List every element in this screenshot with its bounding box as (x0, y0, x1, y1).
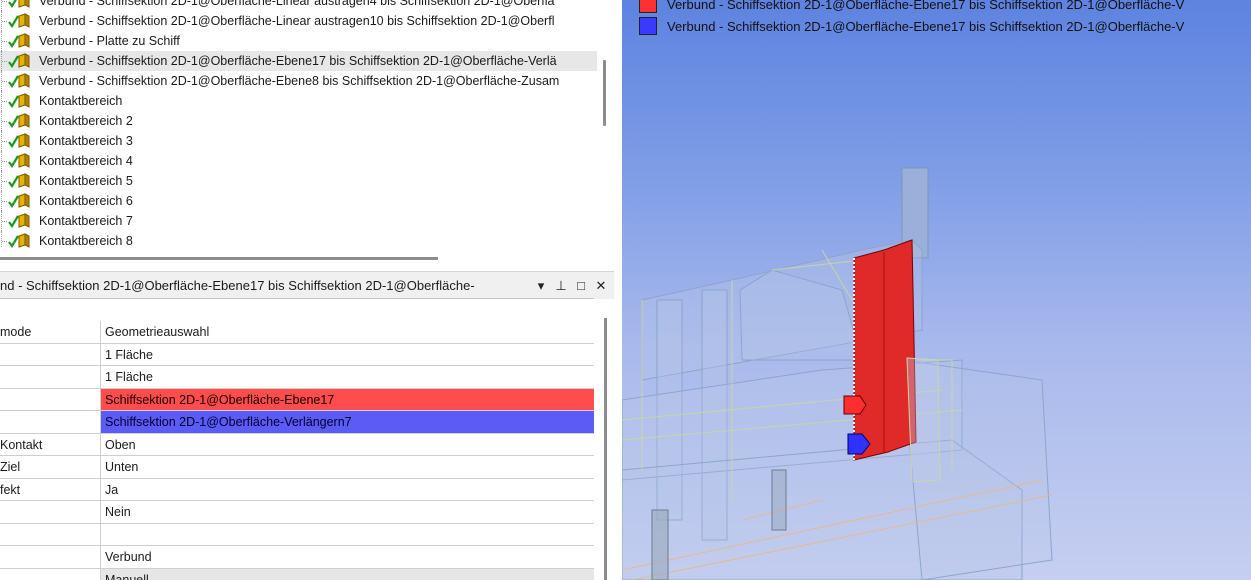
property-row[interactable]: Verbund (0, 546, 594, 569)
tree-item-label: Kontaktbereich 2 (39, 114, 133, 128)
property-value[interactable]: Unten (101, 456, 594, 478)
close-icon[interactable]: ✕ (592, 277, 610, 295)
property-value[interactable]: Schiffsektion 2D-1@Oberfläche-Verlängern… (101, 411, 594, 433)
tree-item-label: Kontaktbereich (39, 94, 123, 108)
check-contact-icon (7, 232, 35, 248)
property-value[interactable]: Verbund (101, 546, 594, 568)
property-key: Kontakt (0, 433, 101, 455)
details-property-grid: mode Geometrieauswahl 1 Fläche 1 Fläche Schi… (0, 298, 594, 580)
property-row[interactable] (0, 523, 594, 546)
frame-geometry (622, 239, 1053, 580)
graphics-viewport[interactable]: Verbund - Schiffsektion 2D-1@Oberfläche-… (622, 0, 1251, 580)
tree-item-label: Kontaktbereich 7 (39, 214, 133, 228)
property-key (0, 546, 101, 568)
tree-item-label: Kontaktbereich 3 (39, 134, 133, 148)
property-key (0, 343, 101, 365)
check-contact-icon (7, 152, 35, 170)
legend-item: Verbund - Schiffsektion 2D-1@Oberfläche-… (639, 16, 1184, 36)
check-contact-icon (7, 12, 35, 30)
property-key (0, 411, 101, 433)
tree-item-label: Verbund - Schiffsektion 2D-1@Oberfläche-… (39, 0, 555, 8)
property-value[interactable]: Ja (101, 479, 594, 501)
tree-item[interactable]: Verbund - Schiffsektion 2D-1@Oberfläche-… (0, 51, 597, 71)
property-row[interactable]: Nein (0, 501, 594, 524)
check-contact-icon (7, 92, 35, 110)
ship-section-model[interactable] (622, 0, 1251, 580)
property-value[interactable]: 1 Fläche (101, 366, 594, 388)
details-panel-header: nd - Schiffsektion 2D-1@Oberfläche-Ebene… (0, 271, 614, 299)
property-row[interactable]: Ziel Unten (0, 456, 594, 479)
check-contact-icon (7, 132, 35, 150)
legend-item: Verbund - Schiffsektion 2D-1@Oberfläche-… (639, 0, 1184, 14)
tree-item[interactable]: Kontaktbereich 2 (0, 111, 597, 131)
property-key (0, 523, 101, 545)
tree-item[interactable]: Kontaktbereich 5 (0, 171, 597, 191)
tree-item[interactable]: Kontaktbereich 8 (0, 231, 597, 248)
dropdown-arrow-icon[interactable]: ▾ (532, 277, 550, 295)
check-contact-icon (7, 0, 35, 10)
tree-item-label: Kontaktbereich 8 (39, 234, 133, 248)
property-row[interactable]: Manuell (0, 568, 594, 580)
tree-item[interactable]: Kontaktbereich 6 (0, 191, 597, 211)
maximize-icon[interactable]: □ (572, 277, 590, 295)
tree-item[interactable]: Kontaktbereich 4 (0, 151, 597, 171)
contact-face-red (853, 239, 917, 461)
tree-item-label: Verbund - Schiffsektion 2D-1@Oberfläche-… (39, 54, 557, 68)
check-contact-icon (7, 72, 35, 90)
property-value[interactable]: Nein (101, 501, 594, 523)
property-key (0, 366, 101, 388)
property-key: Ziel (0, 456, 101, 478)
property-key (0, 501, 101, 523)
tree-item[interactable]: Kontaktbereich 3 (0, 131, 597, 151)
check-contact-icon (7, 112, 35, 130)
property-key (0, 388, 101, 410)
check-contact-icon (7, 52, 35, 70)
property-value[interactable] (101, 524, 594, 546)
tree-item[interactable]: Verbund - Schiffsektion 2D-1@Oberfläche-… (0, 0, 597, 11)
property-row[interactable]: Schiffsektion 2D-1@Oberfläche-Verlängern… (0, 411, 594, 434)
tree-item-label: Kontaktbereich 6 (39, 194, 133, 208)
details-panel-title: nd - Schiffsektion 2D-1@Oberfläche-Ebene… (0, 278, 475, 293)
legend-label: Verbund - Schiffsektion 2D-1@Oberfläche-… (667, 0, 1185, 12)
property-key (0, 568, 101, 580)
check-contact-icon (7, 212, 35, 230)
property-value[interactable]: 1 Fläche (101, 344, 594, 366)
outline-tree: Verbund - Schiffsektion 2D-1@Oberfläche-… (0, 0, 597, 248)
property-value[interactable]: Oben (101, 434, 594, 456)
legend-swatch (639, 17, 657, 35)
property-row[interactable]: 1 Fläche (0, 366, 594, 389)
check-contact-icon (7, 172, 35, 190)
tree-vertical-scrollbar[interactable] (603, 60, 606, 126)
check-contact-icon (7, 32, 35, 50)
tree-item-label: Verbund - Schiffsektion 2D-1@Oberfläche-… (39, 74, 560, 88)
property-value[interactable]: Geometrieauswahl (101, 321, 594, 343)
tree-item-label: Kontaktbereich 5 (39, 174, 133, 188)
details-vertical-scrollbar[interactable] (604, 318, 607, 580)
pin-icon[interactable]: ⊥ (552, 277, 570, 295)
property-value[interactable]: Manuell (101, 568, 594, 580)
tree-horizontal-scrollbar[interactable] (0, 257, 438, 260)
legend-swatch (639, 0, 657, 13)
tree-item[interactable]: Kontaktbereich (0, 91, 597, 111)
tree-item-label: Kontaktbereich 4 (39, 154, 133, 168)
check-contact-icon (7, 192, 35, 210)
tree-item-label: Verbund - Platte zu Schiff (39, 34, 180, 48)
property-row[interactable]: Kontakt Oben (0, 433, 594, 456)
property-key: mode (0, 321, 101, 343)
legend-label: Verbund - Schiffsektion 2D-1@Oberfläche-… (667, 18, 1185, 34)
property-row[interactable]: mode Geometrieauswahl (0, 321, 594, 344)
tree-item[interactable]: Kontaktbereich 7 (0, 211, 597, 231)
property-row[interactable]: Schiffsektion 2D-1@Oberfläche-Ebene17 (0, 388, 594, 411)
stiffener-plate (651, 509, 669, 580)
property-row[interactable]: fekt Ja (0, 478, 594, 501)
property-value[interactable]: Schiffsektion 2D-1@Oberfläche-Ebene17 (101, 388, 594, 410)
tree-item[interactable]: Verbund - Schiffsektion 2D-1@Oberfläche-… (0, 11, 597, 31)
property-row[interactable]: 1 Fläche (0, 343, 594, 366)
stiffener-plate (771, 469, 787, 531)
tree-item-label: Verbund - Schiffsektion 2D-1@Oberfläche-… (39, 14, 555, 28)
tree-item[interactable]: Verbund - Platte zu Schiff (0, 31, 597, 51)
tree-item[interactable]: Verbund - Schiffsektion 2D-1@Oberfläche-… (0, 71, 597, 91)
property-key: fekt (0, 478, 101, 500)
